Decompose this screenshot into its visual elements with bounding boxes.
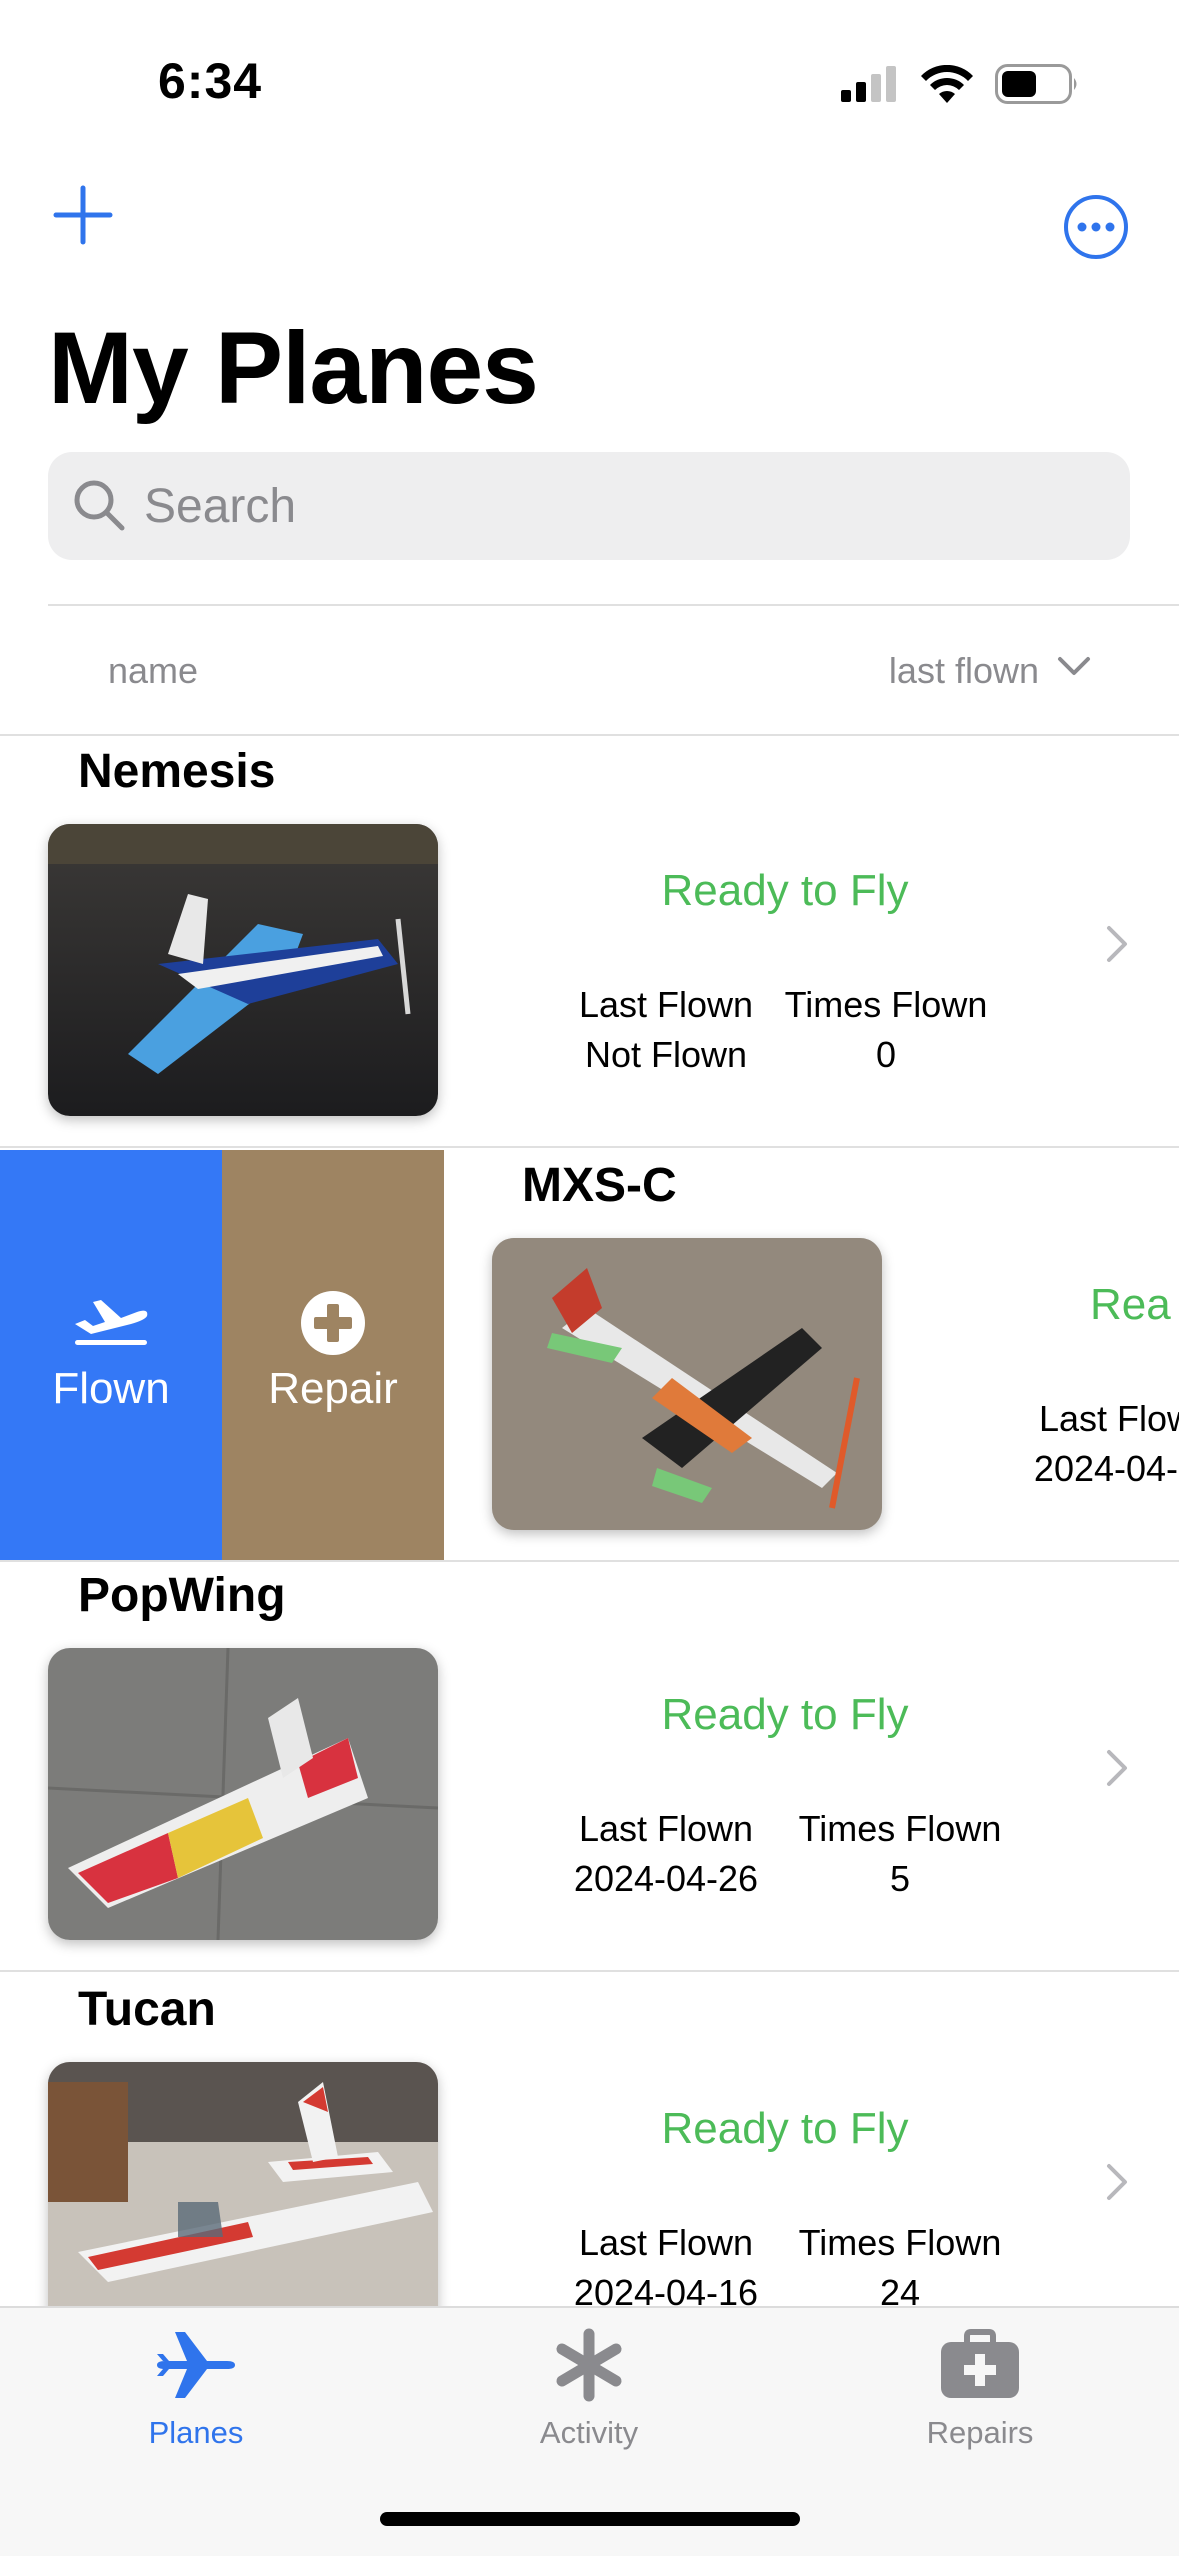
- flown-action-button[interactable]: Flown: [0, 1150, 222, 1562]
- last-flown-stat: Last Flown 2024-04-16: [556, 2218, 776, 2306]
- plane-name: Tucan: [78, 1983, 216, 2036]
- plane-name: MXS-C: [522, 1159, 677, 1212]
- row-divider: [0, 1970, 1179, 1972]
- navigation-bar: [0, 180, 1179, 280]
- list-item[interactable]: Tucan Ready to Fly Last Flown 2024-04-16…: [0, 1974, 1179, 2306]
- battery-icon: [995, 64, 1077, 104]
- plane-status: Ready to Fly: [661, 2104, 909, 2153]
- status-icons: [841, 64, 1079, 104]
- chevron-right-icon: [1107, 1750, 1127, 1786]
- tab-label: Repairs: [926, 2415, 1034, 2450]
- plane-row-content[interactable]: Nemesis Ready to Fly Last Flown Not Flow…: [0, 736, 1179, 1148]
- plane-status: Rea: [1090, 1280, 1171, 1329]
- repair-action-label: Repair: [268, 1364, 398, 1413]
- times-flown-stat: Times Flown 24: [790, 2218, 1010, 2306]
- plane-name: Nemesis: [78, 745, 276, 798]
- last-flown-value: Not Flown: [584, 1034, 748, 1075]
- plane-photo: [492, 1238, 882, 1530]
- asterisk-icon: [556, 2328, 622, 2402]
- last-flown-stat: Last Flow 2024-04-2: [996, 1394, 1179, 1494]
- last-flown-label: Last Flown: [578, 2222, 754, 2263]
- times-flown-label: Times Flown: [798, 1808, 1002, 1849]
- times-flown-stat: Times Flown 5: [790, 1804, 1010, 1904]
- plane-row-content[interactable]: PopWing Ready to Fly Last Flown 2024-04-…: [0, 1560, 1179, 1972]
- times-flown-value: 0: [875, 1034, 897, 1075]
- home-indicator: [380, 2512, 800, 2526]
- first-aid-kit-icon: [941, 2329, 1019, 2398]
- times-flown-stat: Times Flown 0: [776, 980, 996, 1080]
- chevron-right-icon: [1107, 2164, 1127, 2200]
- wifi-icon: [921, 65, 973, 103]
- add-plane-button[interactable]: [48, 180, 118, 250]
- list-item[interactable]: Nemesis Ready to Fly Last Flown Not Flow…: [0, 736, 1179, 1148]
- search-icon: [74, 480, 125, 531]
- airplane-icon: [157, 2332, 235, 2398]
- last-flown-value: 2024-04-16: [573, 2272, 759, 2306]
- row-divider: [0, 1146, 1179, 1148]
- plane-name: PopWing: [78, 1569, 286, 1622]
- list-item[interactable]: Flown Repair MXS-C Rea Last Flow 2024-04…: [0, 1150, 1179, 1562]
- search-bar[interactable]: [48, 452, 1130, 560]
- cellular-signal-icon: [841, 66, 896, 102]
- page-title: My Planes: [48, 311, 539, 425]
- name-column-label[interactable]: name: [108, 650, 198, 692]
- plane-photo: [48, 824, 438, 1116]
- list-item[interactable]: PopWing Ready to Fly Last Flown 2024-04-…: [0, 1560, 1179, 1972]
- last-flown-stat: Last Flown Not Flown: [556, 980, 776, 1080]
- tab-label: Planes: [148, 2415, 244, 2450]
- plane-row-content[interactable]: MXS-C Rea Last Flow 2024-04-2: [444, 1150, 1179, 1562]
- plane-status: Ready to Fly: [661, 1690, 909, 1739]
- tab-activity[interactable]: Activity: [459, 2328, 719, 2451]
- status-time: 6:34: [158, 53, 263, 109]
- last-flown-label: Last Flow: [1038, 1398, 1179, 1439]
- tab-repairs[interactable]: Repairs: [850, 2328, 1110, 2451]
- plane-status: Ready to Fly: [661, 866, 909, 915]
- chevron-right-icon: [1107, 926, 1127, 962]
- plane-photo: [48, 1648, 438, 1940]
- times-flown-label: Times Flown: [798, 2222, 1002, 2263]
- times-flown-value: 5: [889, 1858, 911, 1899]
- status-bar: 6:34: [0, 0, 1179, 170]
- repair-action-button[interactable]: Repair: [222, 1150, 444, 1562]
- airplane-takeoff-icon: [75, 1300, 148, 1345]
- search-input[interactable]: [144, 452, 1104, 560]
- more-options-button[interactable]: [1063, 194, 1129, 260]
- chevron-down-icon[interactable]: [1057, 656, 1091, 678]
- last-flown-value: 2024-04-2: [1033, 1448, 1179, 1489]
- last-flown-label: Last Flown: [578, 1808, 754, 1849]
- sort-selector[interactable]: last flown: [889, 650, 1039, 692]
- plane-photo: [48, 2062, 438, 2306]
- last-flown-stat: Last Flown 2024-04-26: [556, 1804, 776, 1904]
- header-divider: [48, 604, 1179, 606]
- last-flown-label: Last Flown: [578, 984, 754, 1025]
- times-flown-value: 24: [879, 2272, 921, 2306]
- plane-row-content[interactable]: Tucan Ready to Fly Last Flown 2024-04-16…: [0, 1974, 1179, 2306]
- times-flown-label: Times Flown: [784, 984, 988, 1025]
- tab-label: Activity: [539, 2415, 639, 2450]
- sort-header: name last flown: [0, 620, 1179, 720]
- last-flown-value: 2024-04-26: [573, 1858, 759, 1899]
- plus-circle-icon: [301, 1291, 365, 1355]
- flown-action-label: Flown: [52, 1364, 170, 1413]
- tab-planes[interactable]: Planes: [66, 2328, 326, 2451]
